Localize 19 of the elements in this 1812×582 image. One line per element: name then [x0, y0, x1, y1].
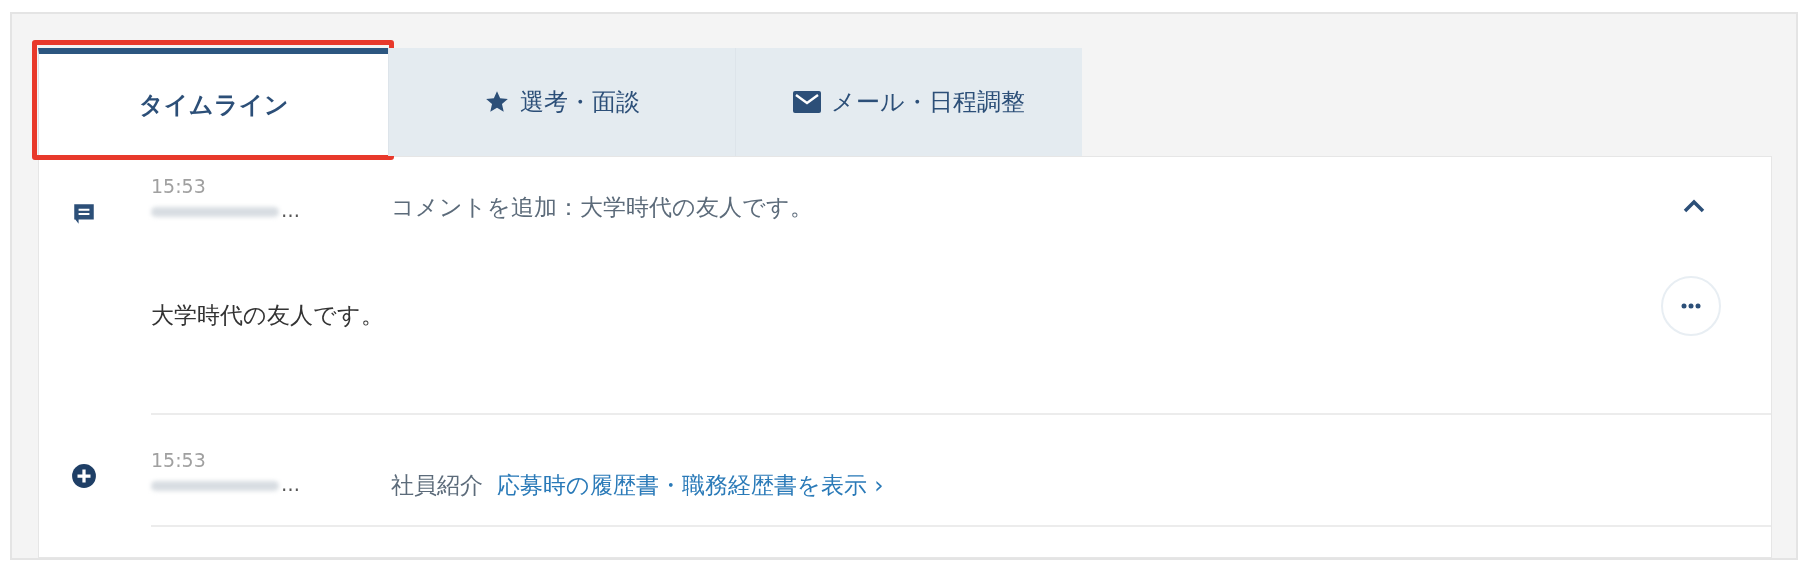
comment-icon [71, 201, 97, 227]
tab[interactable]: メール・日程調整 [735, 48, 1082, 156]
tab[interactable]: タイムライン [38, 48, 388, 156]
timestamp: 15:53 [151, 175, 207, 197]
plus-circle-icon [71, 463, 97, 489]
author-ellipsis: … [281, 203, 300, 217]
timestamp: 15:53 [151, 449, 207, 471]
comment-text: 大学時代の友人です。 [151, 300, 384, 330]
tab[interactable]: 選考・面談 [388, 48, 735, 156]
entry-title: 社員紹介 [391, 470, 483, 500]
ellipsis-icon [1681, 303, 1701, 309]
chevron-up-icon [1683, 199, 1705, 213]
mail-icon [793, 91, 821, 113]
entry-title: コメントを追加：大学時代の友人です。 [391, 192, 813, 222]
resume-link[interactable]: 応募時の履歴書・職務経歴書を表示 › [497, 469, 884, 501]
timeline-entry[interactable]: 15:53 … コメントを追加：大学時代の友人です。 大学時代の友人です。 [151, 157, 1771, 415]
author-ellipsis: … [281, 477, 300, 491]
star-icon [484, 89, 510, 115]
timeline-entry[interactable]: 15:53 … 社員紹介 応募時の履歴書・職務経歴書を表示 › [151, 415, 1771, 527]
